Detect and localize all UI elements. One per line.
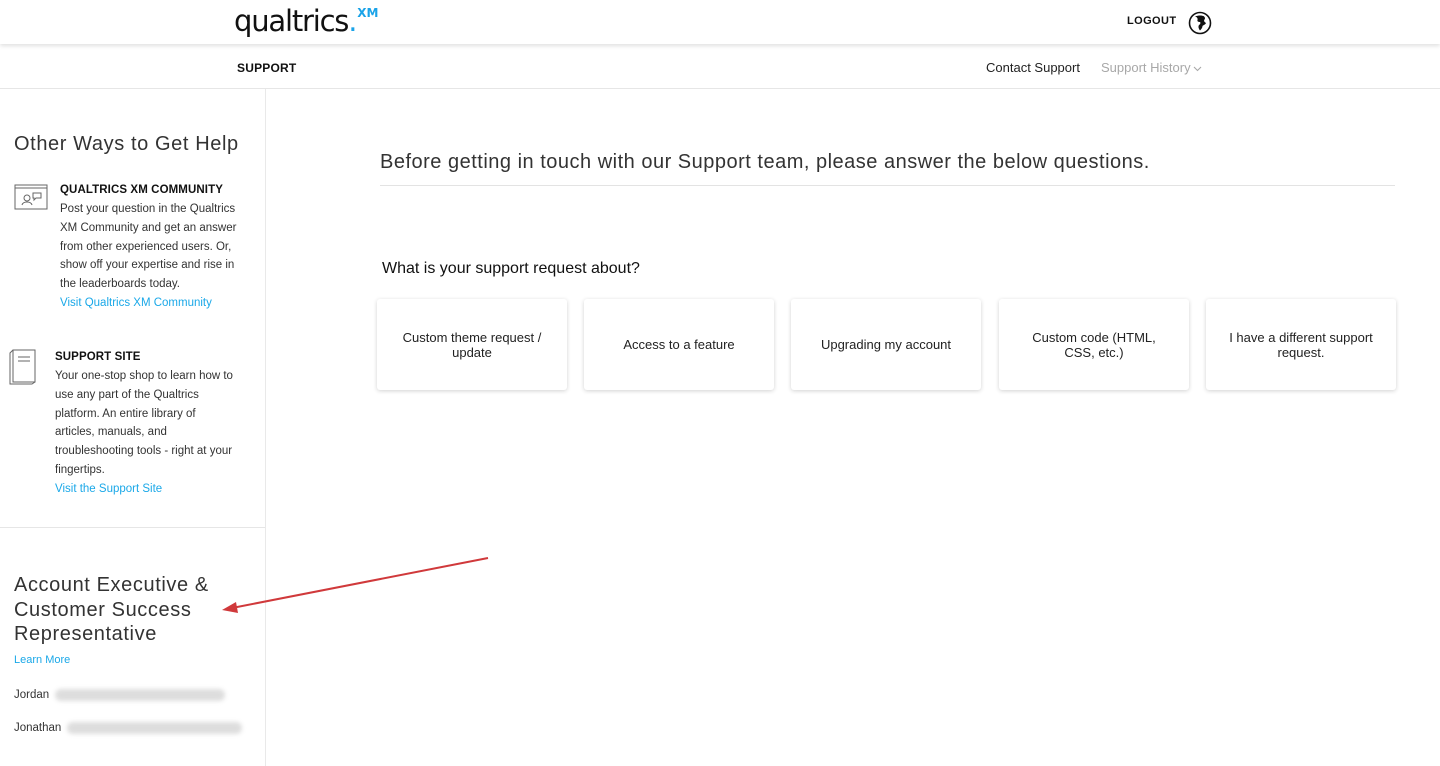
support-history-label: Support History	[1101, 60, 1191, 75]
support-site-help-item: SUPPORT SITE Your one-stop shop to learn…	[9, 349, 260, 499]
community-line: the leaderboards today.	[60, 278, 180, 291]
redacted-email	[55, 689, 226, 701]
rep-name: Jonathan	[14, 722, 62, 735]
support-site-line: use any part of the Qualtrics	[55, 388, 199, 401]
support-site-line: articles, manuals, and	[55, 426, 167, 439]
redacted-email	[67, 722, 243, 734]
support-section-label: SUPPORT	[237, 61, 297, 75]
option-label: Custom theme request / update	[402, 329, 542, 360]
option-card-upgrade-account[interactable]: Upgrading my account	[791, 299, 981, 390]
other-ways-heading: Other Ways to Get Help	[14, 133, 239, 155]
rep-name: Jordan	[14, 689, 50, 702]
support-site-line: troubleshooting tools - right at your	[55, 445, 233, 458]
support-site-description: Your one-stop shop to learn how to use a…	[55, 367, 260, 480]
contact-support-link[interactable]: Contact Support	[986, 60, 1080, 75]
logout-button[interactable]: LOGOUT	[1127, 15, 1176, 27]
qualtrics-logo[interactable]: qualtrics.XM	[234, 4, 379, 38]
logo-text: qualtrics	[234, 4, 349, 38]
help-sidebar: Other Ways to Get Help QUALTRICS XM COMM…	[0, 89, 266, 766]
sidebar-divider	[0, 527, 265, 528]
rep-row: Jonathan	[14, 722, 243, 735]
community-help-item: QUALTRICS XM COMMUNITY Post your questio…	[14, 184, 260, 313]
option-label: Upgrading my account	[820, 337, 952, 352]
globe-icon[interactable]	[1188, 11, 1212, 35]
support-site-line: platform. An entire library of	[55, 407, 196, 420]
option-label: I have a different support request.	[1229, 329, 1373, 360]
community-line: XM Community and get an answer	[60, 221, 237, 234]
visit-support-site-link[interactable]: Visit the Support Site	[55, 480, 260, 499]
community-line: Post your question in the Qualtrics	[60, 203, 236, 215]
option-label: Access to a feature	[623, 337, 735, 352]
community-description: Post your question in the Qualtrics XM C…	[60, 200, 260, 294]
chevron-down-icon	[1193, 66, 1201, 71]
support-subnav: SUPPORT Contact Support Support History	[0, 44, 1440, 89]
community-icon	[14, 184, 48, 210]
support-site-title: SUPPORT SITE	[55, 351, 141, 363]
option-card-access-feature[interactable]: Access to a feature	[584, 299, 774, 390]
book-icon	[9, 349, 36, 385]
learn-more-link[interactable]: Learn More	[14, 654, 70, 666]
support-site-line: Your one-stop shop to learn how to	[55, 370, 233, 382]
account-heading-line: Representative	[14, 623, 157, 645]
account-heading-line: Account Executive &	[14, 574, 209, 596]
option-label: Custom code (HTML, CSS, etc.)	[1032, 329, 1156, 360]
support-site-line: fingertips.	[55, 463, 105, 476]
support-history-dropdown[interactable]: Support History	[1101, 60, 1202, 75]
community-title: QUALTRICS XM COMMUNITY	[60, 184, 223, 196]
logo-xm-superscript: XM	[357, 6, 379, 20]
support-request-question: What is your support request about?	[382, 260, 640, 277]
community-line: show off your expertise and rise in	[60, 259, 235, 272]
visit-community-link[interactable]: Visit Qualtrics XM Community	[60, 294, 260, 313]
account-heading-line: Customer Success	[14, 598, 192, 621]
rep-row: Jordan	[14, 689, 226, 702]
community-line: from other experienced users. Or,	[60, 240, 232, 253]
option-card-different-request[interactable]: I have a different support request.	[1206, 299, 1396, 390]
intro-divider	[380, 185, 1395, 186]
option-card-custom-theme[interactable]: Custom theme request / update	[377, 299, 567, 390]
option-card-custom-code[interactable]: Custom code (HTML, CSS, etc.)	[999, 299, 1189, 390]
logo-dot: .	[348, 4, 357, 38]
account-executive-heading: Account Executive & Customer Success Rep…	[14, 573, 254, 647]
top-bar: qualtrics.XM LOGOUT	[0, 0, 1440, 44]
intro-heading: Before getting in touch with our Support…	[380, 151, 1150, 173]
